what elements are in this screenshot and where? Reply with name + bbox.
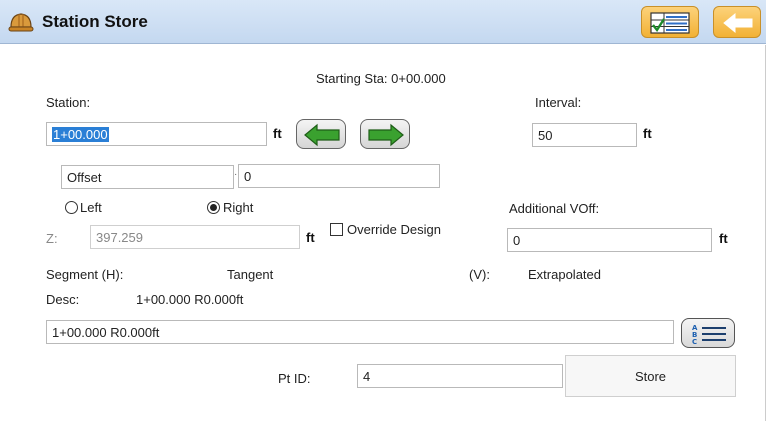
store-button[interactable]: Store xyxy=(565,355,736,397)
station-unit: ft xyxy=(273,126,282,141)
z-label: Z: xyxy=(46,231,58,246)
desc-label: Desc: xyxy=(46,292,80,307)
station-label: Station: xyxy=(46,95,91,110)
grid-check-icon xyxy=(650,12,690,34)
svg-text:C: C xyxy=(692,338,697,346)
previous-station-button[interactable] xyxy=(296,119,346,149)
pt-id-label: Pt ID: xyxy=(278,371,311,386)
segment-v-value: Extrapolated xyxy=(528,267,601,282)
description-input[interactable]: 1+00.000 R0.000ft xyxy=(46,320,674,344)
interval-unit: ft xyxy=(643,126,652,141)
interval-input[interactable]: 50 xyxy=(532,123,637,147)
z-input[interactable]: 397.259 xyxy=(90,225,300,249)
window-title: Station Store xyxy=(42,12,148,31)
right-radio[interactable] xyxy=(207,201,220,214)
pt-id-input[interactable]: 4 xyxy=(357,364,563,388)
right-arrow-icon xyxy=(368,123,404,147)
starting-station-label: Starting Sta: 0+00.000 xyxy=(316,71,446,86)
abc-list-icon: A B C xyxy=(692,324,726,346)
right-radio-label[interactable]: Right xyxy=(223,200,253,215)
station-input[interactable]: 1+00.000 xyxy=(46,122,267,146)
description-list-button[interactable]: A B C xyxy=(681,318,735,348)
grid-view-button[interactable] xyxy=(641,6,699,38)
interval-label: Interval: xyxy=(535,95,582,110)
segment-h-label: Segment (H): xyxy=(46,267,124,282)
additional-voff-input[interactable]: 0 xyxy=(507,228,712,252)
back-button[interactable] xyxy=(713,6,761,38)
back-arrow-icon xyxy=(723,12,753,34)
z-unit: ft xyxy=(306,230,315,245)
offset-type-select[interactable]: Offset xyxy=(61,165,234,189)
override-design-label[interactable]: Override Design xyxy=(347,222,441,237)
left-radio[interactable] xyxy=(65,201,78,214)
override-design-checkbox[interactable] xyxy=(330,223,343,236)
left-arrow-icon xyxy=(304,123,340,147)
next-station-button[interactable] xyxy=(360,119,410,149)
segment-h-value: Tangent xyxy=(227,267,274,282)
additional-voff-label: Additional VOff: xyxy=(509,201,600,216)
title-bar: Station Store xyxy=(0,0,766,44)
additional-voff-unit: ft xyxy=(719,231,728,246)
desc-display: 1+00.000 R0.000ft xyxy=(136,292,244,307)
left-radio-label[interactable]: Left xyxy=(80,200,102,215)
segment-v-label: (V): xyxy=(469,267,490,282)
hardhat-icon xyxy=(8,10,34,34)
offset-value-input[interactable]: 0 xyxy=(238,164,440,188)
